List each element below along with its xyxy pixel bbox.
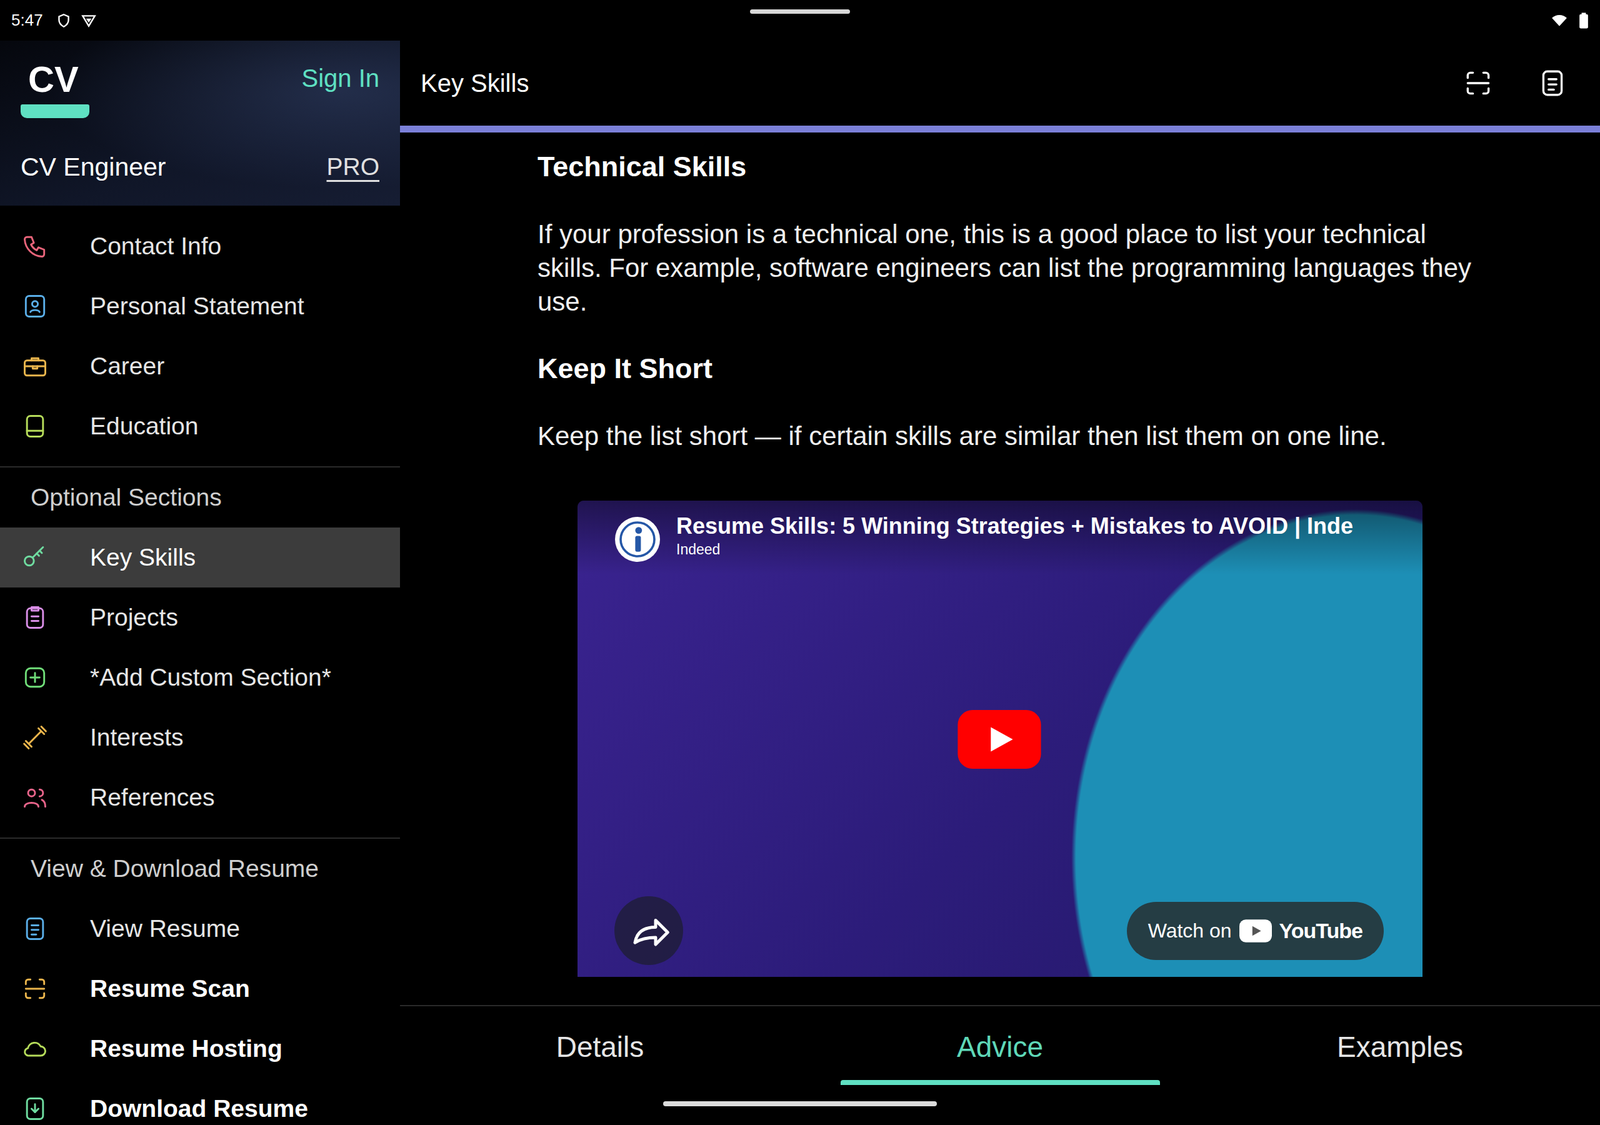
- sidebar-item-label: Key Skills: [90, 543, 196, 572]
- app-screen: 5:47 CV Sign In CV Engineer PRO Contact Info P…: [0, 0, 1600, 1125]
- sidebar-group-title: Optional Sections: [0, 467, 400, 528]
- advice-heading: Technical Skills: [537, 150, 1488, 184]
- sidebar-item[interactable]: Education: [0, 396, 400, 457]
- status-bar: 5:47: [0, 0, 1600, 41]
- sidebar-group: View & Download Resume View Resume Resume …: [0, 837, 400, 1125]
- youtube-wordmark: YouTube: [1279, 918, 1363, 944]
- sidebar-item[interactable]: References: [0, 767, 400, 828]
- document-icon[interactable]: [1536, 67, 1569, 99]
- phone-icon: [21, 232, 49, 260]
- tab-bar: Details Advice Examples: [400, 1005, 1600, 1088]
- advice-body: If your profession is a technical one, t…: [537, 217, 1488, 319]
- advice-body: Keep the list short — if certain skills …: [537, 419, 1488, 454]
- watch-on-youtube-button[interactable]: Watch on YouTube: [1126, 901, 1384, 960]
- scan-icon: [21, 975, 49, 1003]
- sign-in-button[interactable]: Sign In: [301, 59, 380, 98]
- sidebar-item-label: Projects: [90, 603, 179, 632]
- sidebar-item[interactable]: Resume Scan: [0, 958, 400, 1019]
- dumbbell-icon: [21, 723, 49, 752]
- app-logo: CV: [20, 59, 90, 119]
- sidebar-item[interactable]: Personal Statement: [0, 276, 400, 337]
- main-panel: Key Skills Technical Skills If your profes…: [400, 40, 1600, 1125]
- watch-label: Watch on: [1148, 919, 1232, 943]
- share-icon[interactable]: [614, 896, 684, 965]
- sidebar-item[interactable]: View Resume: [0, 898, 400, 959]
- tab-label: Examples: [1336, 1030, 1464, 1064]
- youtube-icon: [1239, 919, 1272, 943]
- advice-block: Keep It Short Keep the list short — if ce…: [537, 351, 1488, 454]
- tab[interactable]: Advice: [800, 1006, 1200, 1088]
- app-name: CV Engineer: [20, 152, 166, 182]
- gesture-pill[interactable]: [750, 9, 850, 14]
- tab[interactable]: Examples: [1200, 1006, 1600, 1088]
- sidebar-item-label: Contact Info: [90, 232, 222, 260]
- accent-line: [400, 125, 1600, 133]
- sidebar-item[interactable]: Key Skills: [0, 527, 400, 588]
- play-icon[interactable]: [957, 710, 1042, 769]
- tab-indicator: [840, 1080, 1160, 1085]
- toolbar: Key Skills: [400, 40, 1600, 126]
- sidebar-item[interactable]: Download Resume: [0, 1078, 400, 1125]
- tab[interactable]: Details: [400, 1006, 800, 1088]
- sidebar-item[interactable]: *Add Custom Section*: [0, 647, 400, 708]
- sidebar-item-label: Career: [90, 352, 165, 380]
- briefcase-icon: [21, 352, 49, 380]
- download-icon: [21, 1095, 49, 1123]
- sidebar-item-label: Resume Scan: [90, 975, 250, 1003]
- shield-icon: [55, 12, 72, 29]
- sidebar-item-label: *Add Custom Section*: [90, 663, 332, 692]
- scan-icon[interactable]: [1462, 67, 1494, 99]
- logo-text: CV: [20, 59, 79, 100]
- key-icon: [21, 543, 49, 572]
- vpn-icon: [80, 12, 97, 29]
- sidebar-item-label: Interests: [90, 723, 184, 752]
- sidebar-item[interactable]: Contact Info: [0, 216, 400, 277]
- advice-block: Technical Skills If your profession is a …: [537, 150, 1488, 319]
- sidebar-item[interactable]: Projects: [0, 587, 400, 648]
- people-icon: [21, 783, 49, 812]
- sidebar-item-label: Personal Statement: [90, 292, 305, 320]
- sidebar-group: Optional Sections Key Skills Projects *Add …: [0, 466, 400, 828]
- sidebar-nav: Contact Info Personal Statement Career Educ…: [0, 205, 400, 1125]
- sidebar-item[interactable]: Career: [0, 336, 400, 397]
- sidebar-header: CV Sign In CV Engineer PRO: [0, 40, 400, 206]
- battery-icon: [1578, 11, 1589, 30]
- pro-link[interactable]: PRO: [326, 153, 380, 181]
- sidebar-item-label: View Resume: [90, 915, 240, 943]
- document-icon: [21, 915, 49, 943]
- video-embed[interactable]: Resume Skills: 5 Winning Strategies + Mi…: [577, 500, 1423, 977]
- status-time: 5:47: [11, 10, 44, 30]
- sidebar-item-label: Education: [90, 412, 199, 440]
- video-header: Resume Skills: 5 Winning Strategies + Mi…: [577, 500, 1423, 575]
- sidebar-item-label: Download Resume: [90, 1095, 309, 1123]
- sidebar-item-label: References: [90, 783, 215, 812]
- video-channel[interactable]: Indeed: [676, 539, 1354, 560]
- plus-icon: [21, 663, 49, 692]
- sidebar-item-label: Resume Hosting: [90, 1035, 283, 1063]
- toolbar-title: Key Skills: [420, 69, 529, 98]
- sidebar: CV Sign In CV Engineer PRO Contact Info Perso…: [0, 40, 400, 1125]
- gesture-bar[interactable]: [663, 1101, 937, 1107]
- tab-label: Advice: [956, 1030, 1044, 1064]
- tab-label: Details: [556, 1030, 645, 1064]
- wifi-icon: [1551, 12, 1568, 29]
- sidebar-item[interactable]: Interests: [0, 707, 400, 768]
- person-icon: [21, 292, 49, 320]
- sidebar-group-title: View & Download Resume: [0, 838, 400, 899]
- advice-heading: Keep It Short: [537, 351, 1488, 386]
- advice-content: Technical Skills If your profession is a …: [400, 132, 1600, 1005]
- clipboard-icon: [21, 603, 49, 632]
- cloud-icon: [21, 1035, 49, 1063]
- video-title[interactable]: Resume Skills: 5 Winning Strategies + Mi…: [676, 513, 1354, 540]
- channel-logo-icon[interactable]: [615, 516, 660, 562]
- sidebar-item[interactable]: Resume Hosting: [0, 1018, 400, 1079]
- book-icon: [21, 412, 49, 440]
- logo-bar: [20, 104, 90, 119]
